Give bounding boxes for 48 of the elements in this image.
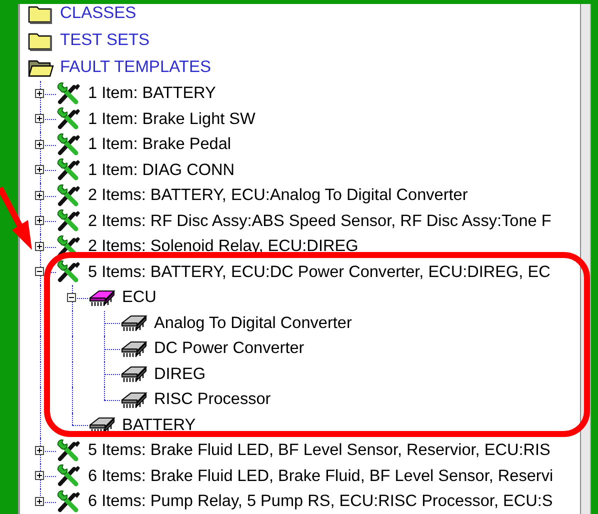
fault-template-item[interactable]: 2 Items: RF Disc Assy:ABS Speed Sensor, RF Disc Assy:Tone F	[88, 212, 552, 231]
fault-template-item[interactable]: 1 Item: Brake Light SW	[88, 110, 256, 129]
expand-toggle[interactable]	[35, 190, 44, 200]
fault-template-item[interactable]: 6 Items: Brake Fluid LED, Brake Fluid, BF Level Sensor, Reservi	[88, 466, 554, 486]
expand-toggle[interactable]	[35, 114, 44, 124]
expand-toggle[interactable]	[35, 140, 44, 149]
component-item[interactable]: ECU	[122, 288, 156, 308]
fault-template-item[interactable]: 1 Item: DIAG CONN	[88, 160, 235, 180]
pointer-arrow	[0, 186, 32, 250]
folder-item[interactable]: TEST SETS	[60, 31, 150, 50]
collapse-toggle[interactable]	[67, 292, 76, 302]
wrench-screwdriver-icon	[56, 464, 82, 488]
chip-icon	[120, 313, 148, 334]
component-item[interactable]: DC Power Converter	[154, 339, 304, 358]
expand-toggle[interactable]	[35, 446, 44, 455]
wrench-screwdriver-icon	[56, 490, 82, 514]
wrench-screwdriver-icon	[56, 438, 82, 463]
fault-template-item[interactable]: 1 Item: Brake Pedal	[88, 135, 231, 154]
expand-toggle[interactable]	[35, 242, 44, 251]
fault-template-item[interactable]: 5 Items: BATTERY, ECU:DC Power Converter, ECU:DIREG, EC	[88, 262, 550, 282]
wrench-screwdriver-icon	[56, 184, 82, 208]
expand-toggle[interactable]	[35, 88, 44, 98]
expand-toggle[interactable]	[35, 165, 44, 174]
component-item[interactable]: DIREG	[154, 364, 206, 384]
expand-toggle[interactable]	[35, 216, 44, 226]
folder-item[interactable]: CLASSES	[60, 4, 136, 23]
component-item[interactable]: BATTERY	[122, 416, 196, 435]
wrench-screwdriver-icon	[56, 82, 82, 106]
chip-icon	[120, 390, 148, 410]
expand-toggle[interactable]	[35, 471, 44, 480]
fault-template-item[interactable]: 5 Items: Brake Fluid LED, BF Level Sensor, Reservior, ECU:RIS	[88, 441, 550, 460]
fault-template-item[interactable]: 2 Items: Solenoid Relay, ECU:DIREG	[88, 237, 358, 256]
expand-toggle[interactable]	[35, 496, 44, 506]
fault-template-item[interactable]: 6 Items: Pump Relay, 5 Pump RS, ECU:RISC Processor, ECU:S	[88, 492, 553, 512]
wrench-screwdriver-icon	[56, 158, 82, 182]
wrench-screwdriver-icon	[56, 107, 82, 132]
chip-icon	[120, 338, 148, 359]
wrench-screwdriver-icon	[56, 209, 82, 234]
collapse-toggle[interactable]	[35, 267, 44, 276]
folder-item[interactable]: FAULT TEMPLATES	[60, 58, 211, 77]
fault-template-item[interactable]: 2 Items: BATTERY, ECU:Analog To Digital Converter	[88, 186, 468, 206]
chip-icon	[120, 364, 148, 384]
fault-template-item[interactable]: 1 Item: BATTERY	[88, 84, 216, 104]
wrench-screwdriver-icon	[56, 260, 82, 284]
component-item[interactable]: RISC Processor	[154, 390, 271, 410]
chip-icon	[88, 288, 116, 308]
wrench-screwdriver-icon	[56, 132, 82, 157]
component-item[interactable]: Analog To Digital Converter	[154, 314, 352, 333]
